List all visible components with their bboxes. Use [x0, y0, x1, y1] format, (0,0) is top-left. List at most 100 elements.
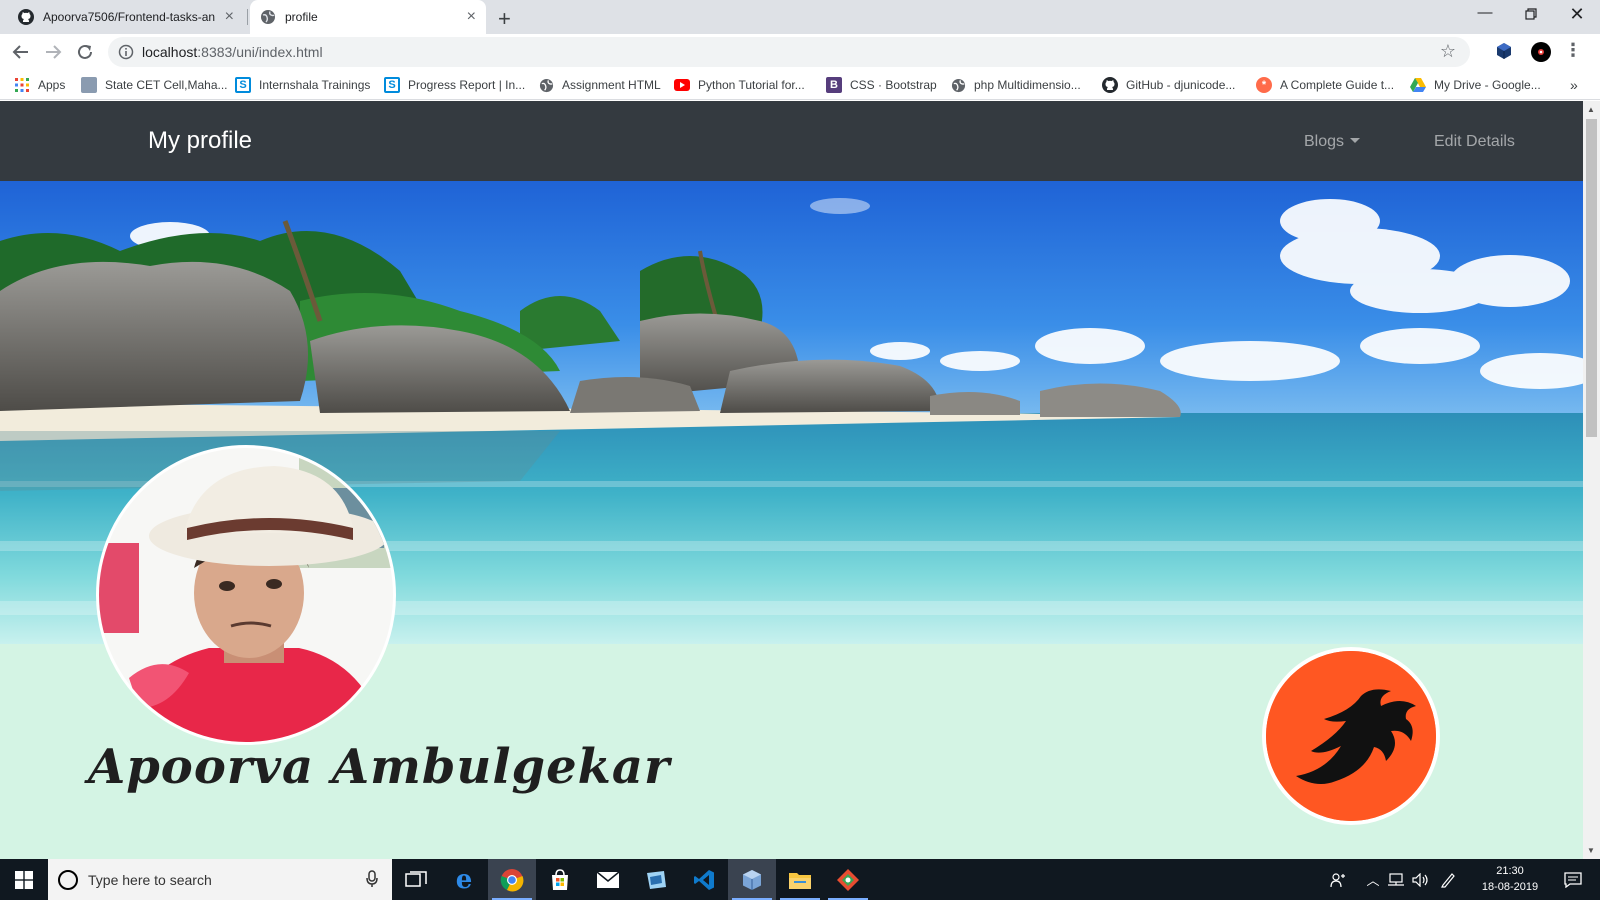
- bootstrap-icon: B: [826, 77, 842, 93]
- notifications-icon[interactable]: [1556, 859, 1590, 900]
- profile-avatar-icon[interactable]: [1530, 41, 1552, 68]
- tab-profile[interactable]: profile ×: [250, 0, 486, 34]
- url-path: :8383/uni/index.html: [197, 44, 323, 60]
- building-icon: [81, 77, 97, 93]
- internshala-icon: S: [235, 77, 251, 93]
- bookmark-label: CSS · Bootstrap: [850, 78, 937, 92]
- tab-label: profile: [285, 10, 318, 24]
- bookmark-progress-report[interactable]: S Progress Report | In...: [384, 70, 525, 100]
- bookmark-internshala[interactable]: S Internshala Trainings: [235, 70, 370, 100]
- taskbar-search-box[interactable]: Type here to search: [48, 859, 392, 900]
- scroll-down-icon[interactable]: ▼: [1587, 846, 1595, 855]
- restore-icon[interactable]: [1508, 4, 1554, 24]
- pen-icon[interactable]: [1436, 859, 1460, 900]
- chrome-icon[interactable]: [488, 859, 536, 900]
- fairy-tail-emblem: [1262, 647, 1440, 825]
- virtualbox-icon[interactable]: [728, 859, 776, 900]
- tab-github[interactable]: Apoorva7506/Frontend-tasks-and ×: [8, 0, 244, 34]
- globe-icon: [260, 9, 276, 25]
- bookmark-complete-guide[interactable]: * A Complete Guide t...: [1256, 70, 1394, 100]
- google-drive-icon: [1410, 77, 1426, 93]
- network-icon[interactable]: [1386, 859, 1408, 900]
- mail-icon[interactable]: [584, 859, 632, 900]
- microphone-icon[interactable]: [366, 870, 378, 893]
- bookmark-label: My Drive - Google...: [1434, 78, 1541, 92]
- taskbar-search-placeholder: Type here to search: [88, 872, 212, 888]
- bookmark-label: Progress Report | In...: [408, 78, 526, 92]
- bookmark-apps[interactable]: Apps: [14, 70, 65, 100]
- azure-data-icon[interactable]: [632, 859, 680, 900]
- github-icon: [1102, 77, 1118, 93]
- bookmark-php-multidimensional[interactable]: php Multidimensio...: [950, 70, 1081, 100]
- back-arrow-icon[interactable]: [8, 39, 34, 65]
- edge-icon[interactable]: e: [440, 859, 488, 900]
- scroll-up-icon[interactable]: ▲: [1587, 105, 1595, 114]
- profile-avatar[interactable]: [96, 445, 396, 745]
- globe-icon: [950, 77, 966, 93]
- menu-dots-icon[interactable]: ⋮: [1564, 40, 1582, 61]
- profile-name: Apoorva Ambulgekar: [88, 739, 671, 795]
- youtube-icon: [674, 77, 690, 93]
- internshala-icon: S: [384, 77, 400, 93]
- task-view-icon[interactable]: [392, 859, 440, 900]
- info-icon[interactable]: [118, 44, 134, 65]
- store-icon[interactable]: [536, 859, 584, 900]
- url-host: localhost: [142, 44, 198, 60]
- clock-time: 21:30: [1496, 865, 1524, 877]
- scrollbar-thumb[interactable]: [1586, 119, 1597, 437]
- bookmark-label: php Multidimensio...: [974, 78, 1081, 92]
- tab-label: Apoorva7506/Frontend-tasks-and: [43, 10, 215, 24]
- file-explorer-icon[interactable]: [776, 859, 824, 900]
- navbar-brand[interactable]: My profile: [148, 127, 252, 155]
- globe-icon: [538, 77, 554, 93]
- nav-edit-details[interactable]: Edit Details: [1434, 133, 1515, 151]
- bookmark-label: State CET Cell,Maha...: [105, 78, 228, 92]
- volume-icon[interactable]: [1410, 859, 1432, 900]
- bookmark-google-drive[interactable]: My Drive - Google...: [1410, 70, 1541, 100]
- browser-toolbar: localhost:8383/uni/index.html ☆ ⋮: [0, 34, 1600, 70]
- github-icon: [18, 9, 34, 25]
- search-icon: [58, 870, 78, 890]
- url-text[interactable]: localhost:8383/uni/index.html: [142, 44, 323, 60]
- bookmark-python-tutorial[interactable]: Python Tutorial for...: [674, 70, 805, 100]
- nav-blogs-dropdown[interactable]: Blogs: [1304, 133, 1361, 151]
- site-navbar: My profile Blogs Edit Details: [0, 101, 1583, 181]
- close-window-icon[interactable]: ✕: [1554, 4, 1600, 25]
- system-clock[interactable]: 21:30 18-08-2019: [1470, 863, 1550, 895]
- new-tab-icon[interactable]: +: [498, 6, 511, 32]
- css-tricks-icon: *: [1256, 77, 1272, 93]
- bookmark-label: Python Tutorial for...: [698, 78, 805, 92]
- git-icon[interactable]: [824, 859, 872, 900]
- minimize-icon[interactable]: —: [1462, 4, 1508, 21]
- apps-grid-icon: [14, 77, 30, 93]
- forward-arrow-icon[interactable]: [40, 39, 66, 65]
- bookmark-github-djunicode[interactable]: GitHub - djunicode...: [1102, 70, 1235, 100]
- close-tab-icon[interactable]: ×: [467, 9, 476, 25]
- extension-cube-icon[interactable]: [1494, 41, 1514, 66]
- bookmark-label: Internshala Trainings: [259, 78, 371, 92]
- bookmark-label: Assignment HTML: [562, 78, 661, 92]
- page-viewport: My profile Blogs Edit Details Apoorva Am…: [0, 101, 1583, 859]
- bookmark-state-cet[interactable]: State CET Cell,Maha...: [81, 70, 228, 100]
- address-bar[interactable]: localhost:8383/uni/index.html ☆: [108, 37, 1470, 67]
- tray-chevron-up-icon[interactable]: ︿: [1362, 859, 1384, 900]
- reload-icon[interactable]: [72, 39, 98, 65]
- bookmark-label: A Complete Guide t...: [1280, 78, 1395, 92]
- bookmarks-overflow-icon[interactable]: »: [1570, 70, 1578, 100]
- bookmark-css-bootstrap[interactable]: B CSS · Bootstrap: [826, 70, 937, 100]
- tab-strip: Apoorva7506/Frontend-tasks-and × profile…: [0, 0, 1600, 34]
- bookmark-star-icon[interactable]: ☆: [1440, 41, 1456, 62]
- tab-separator: [247, 9, 248, 25]
- people-icon[interactable]: [1326, 859, 1350, 900]
- windows-start-icon[interactable]: [0, 859, 48, 900]
- bookmark-label: GitHub - djunicode...: [1126, 78, 1236, 92]
- bookmark-label: Apps: [38, 78, 66, 92]
- caret-down-icon: [1350, 138, 1361, 143]
- page-scrollbar[interactable]: ▲ ▼: [1583, 101, 1600, 859]
- screen: Apoorva7506/Frontend-tasks-and × profile…: [0, 0, 1600, 900]
- nav-blogs-label: Blogs: [1304, 133, 1345, 150]
- bookmarks-bar: Apps State CET Cell,Maha... S Internshal…: [0, 70, 1600, 100]
- bookmark-assignment-html[interactable]: Assignment HTML: [538, 70, 661, 100]
- vscode-icon[interactable]: [680, 859, 728, 900]
- close-tab-icon[interactable]: ×: [225, 9, 234, 25]
